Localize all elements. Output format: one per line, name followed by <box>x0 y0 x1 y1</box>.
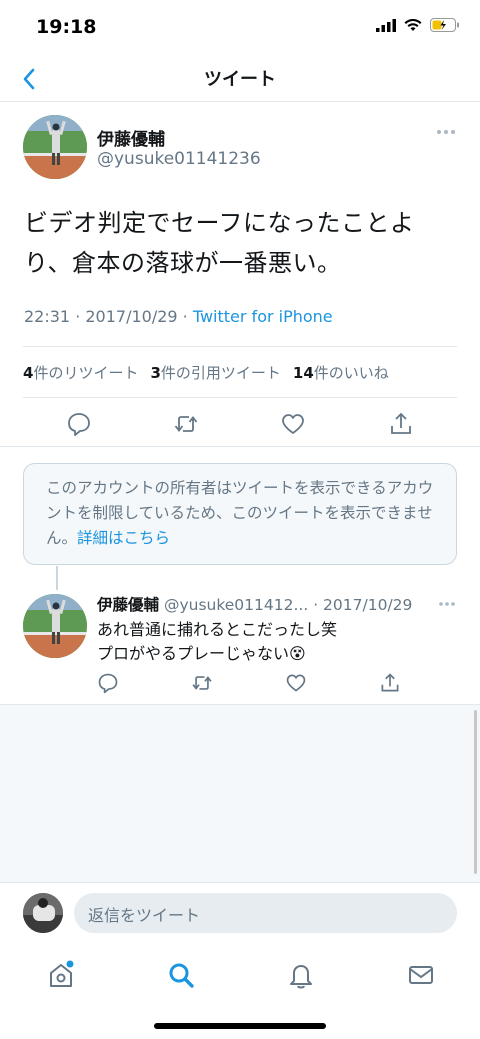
likes-stat[interactable]: 14件のいいね <box>293 362 389 383</box>
page-title: ツイート <box>204 69 276 90</box>
reply-handle[interactable]: @yusuke011412... <box>164 596 308 614</box>
tab-home[interactable] <box>46 960 76 990</box>
more-icon <box>437 130 455 134</box>
reply-more-button[interactable] <box>438 601 456 609</box>
like-icon <box>282 414 304 434</box>
protected-tweet-notice: このアカウントの所有者はツイートを表示できるアカウントを制限しているため、このツ… <box>23 463 457 565</box>
tweet-actions <box>23 403 457 445</box>
avatar[interactable] <box>23 115 87 179</box>
nav-bar: ツイート <box>0 56 480 102</box>
status-time: 19:18 <box>36 16 97 38</box>
reply-reply-button[interactable] <box>97 672 119 694</box>
compose-bar: 返信をツイート <box>0 882 480 944</box>
tweet-text: ビデオ判定でセーフになったことよ り、倉本の落球が一番悪い。 <box>24 203 444 283</box>
avatar-photo <box>23 893 63 933</box>
reply-text-line: プロがやるプレーじゃない😵 <box>97 644 306 663</box>
likes-label: 件のいいね <box>313 363 389 382</box>
battery-charging-icon <box>430 18 459 32</box>
reply-button[interactable] <box>66 411 92 437</box>
search-icon <box>169 963 194 988</box>
tab-notifications[interactable] <box>286 960 316 990</box>
empty-area <box>0 704 480 882</box>
retweets-label: 件のリツイート <box>33 363 139 382</box>
reply-text: あれ普通に捕れるとこだったし笑 プロがやるプレーじゃない😵 <box>97 618 337 666</box>
tweet-text-line: ビデオ判定でセーフになったことよ <box>24 209 415 237</box>
display-name[interactable]: 伊藤優輔 <box>97 125 165 150</box>
quotes-label: 件の引用ツイート <box>160 363 281 382</box>
like-button[interactable] <box>280 411 306 437</box>
section-divider <box>0 446 480 447</box>
reply-header: 伊藤優輔 @yusuke011412... · 2017/10/29 <box>97 593 427 615</box>
more-button[interactable] <box>436 129 456 139</box>
handle[interactable]: @yusuke01141236 <box>97 149 261 169</box>
tab-messages[interactable] <box>406 960 436 990</box>
signal-icon <box>376 18 396 32</box>
reply-actions <box>97 672 399 696</box>
thread-line <box>56 566 58 590</box>
more-icon <box>439 602 455 606</box>
reply-display-name[interactable]: 伊藤優輔 <box>97 596 159 614</box>
share-button[interactable] <box>388 411 414 437</box>
tweet-timestamp: 22:31 · 2017/10/29 · Twitter for iPhone <box>24 307 333 326</box>
quotes-count: 3 <box>150 363 161 382</box>
quotes-stat[interactable]: 3件の引用ツイート <box>150 362 280 383</box>
tweet-time: 22:31 · 2017/10/29 · <box>24 307 193 326</box>
avatar-photo <box>23 594 87 658</box>
tab-search[interactable] <box>166 960 196 990</box>
retweets-stat[interactable]: 4件のリツイート <box>23 362 138 383</box>
home-icon <box>50 960 74 987</box>
share-icon <box>391 412 411 434</box>
status-icons <box>376 18 460 32</box>
reply-icon <box>98 673 118 694</box>
messages-icon <box>409 966 433 984</box>
reply-date: · 2017/10/29 <box>308 596 413 614</box>
reply-share-button[interactable] <box>379 672 401 694</box>
retweet-icon <box>174 416 198 432</box>
reply-icon <box>68 413 90 436</box>
scrollbar[interactable] <box>474 710 477 874</box>
share-icon <box>381 673 399 692</box>
home-indicator[interactable] <box>154 1023 326 1029</box>
like-icon <box>286 674 306 692</box>
retweets-count: 4 <box>23 363 34 382</box>
reply-like-button[interactable] <box>285 672 307 694</box>
wifi-icon <box>404 18 422 31</box>
tweet-stats: 4件のリツイート 3件の引用ツイート 14件のいいね <box>23 346 457 398</box>
reply-text-line: あれ普通に捕れるとこだったし笑 <box>97 620 338 639</box>
status-bar: 19:18 <box>0 0 480 56</box>
retweet-button[interactable] <box>173 411 199 437</box>
reply-avatar[interactable] <box>23 594 87 658</box>
retweet-icon <box>192 676 212 690</box>
tweet-source-link[interactable]: Twitter for iPhone <box>193 307 333 326</box>
my-avatar[interactable] <box>23 893 63 933</box>
tweet-text-line: り、倉本の落球が一番悪い。 <box>24 249 342 277</box>
likes-count: 14 <box>292 363 314 382</box>
notifications-icon <box>290 965 312 989</box>
avatar-photo <box>23 115 87 179</box>
reply-input[interactable]: 返信をツイート <box>74 893 457 933</box>
learn-more-link[interactable]: 詳細はこちら <box>77 529 170 547</box>
reply-retweet-button[interactable] <box>191 672 213 694</box>
